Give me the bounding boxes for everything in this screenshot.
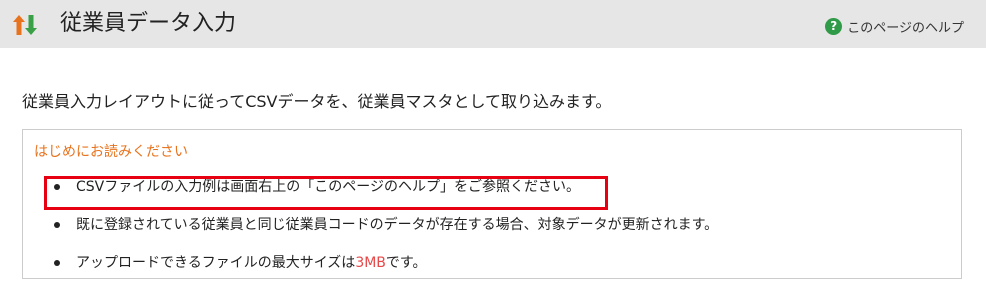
- bullet-dot: [54, 260, 60, 266]
- max-size-suffix: です。: [385, 255, 427, 271]
- help-link-label: このページのヘルプ: [847, 20, 964, 36]
- notice-panel: はじめにお読みください CSVファイルの入力例は画面右上の「このページのヘルプ」…: [22, 129, 962, 279]
- sort-arrows-icon: [12, 13, 38, 37]
- page-help-link[interactable]: ? このページのヘルプ: [825, 15, 964, 37]
- notice-item-text: アップロードできるファイルの最大サイズは3MBです。: [76, 252, 427, 274]
- notice-list: CSVファイルの入力例は画面右上の「このページのヘルプ」をご参照ください。 既に…: [23, 176, 961, 290]
- bullet-dot: [54, 184, 60, 190]
- max-size-label: アップロードできるファイルの最大サイズは: [76, 255, 356, 271]
- page-header: 従業員データ入力 ? このページのヘルプ: [0, 0, 986, 48]
- list-item: 既に登録されている従業員と同じ従業員コードのデータが存在する場合、対象データが更…: [23, 214, 961, 252]
- max-size-value: 3MB: [355, 255, 386, 271]
- notice-title: はじめにお読みください: [34, 144, 188, 160]
- notice-item-text: CSVファイルの入力例は画面右上の「このページのヘルプ」をご参照ください。: [76, 179, 580, 195]
- page-title: 従業員データ入力: [60, 11, 237, 36]
- list-item: CSVファイルの入力例は画面右上の「このページのヘルプ」をご参照ください。: [23, 176, 961, 214]
- list-item: アップロードできるファイルの最大サイズは3MBです。: [23, 252, 961, 290]
- intro-text: 従業員入力レイアウトに従ってCSVデータを、従業員マスタとして取り込みます。: [22, 92, 612, 111]
- help-icon: ?: [825, 17, 843, 35]
- bullet-dot: [54, 222, 60, 228]
- notice-item-text: 既に登録されている従業員と同じ従業員コードのデータが存在する場合、対象データが更…: [76, 217, 719, 233]
